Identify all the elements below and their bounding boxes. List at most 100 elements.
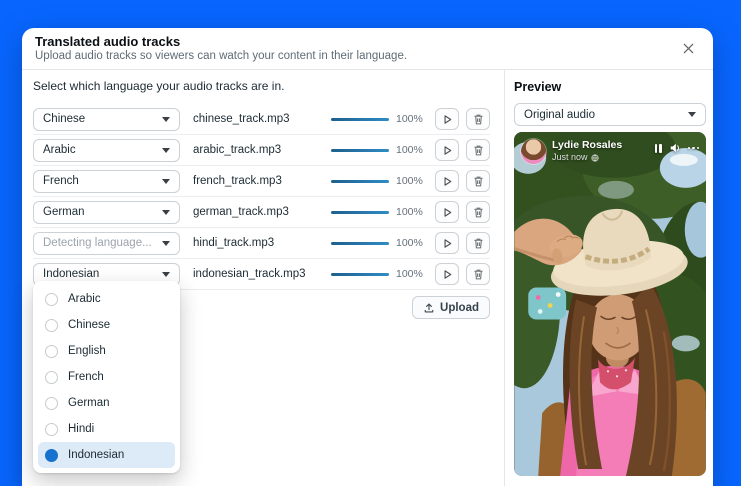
radio-selected-icon [45,449,58,462]
video-meta: Just now [552,152,655,163]
volume-icon[interactable] [669,142,681,154]
upload-progress-bar [331,149,389,152]
trash-icon [472,144,485,157]
translated-audio-tracks-modal: Translated audio tracks Upload audio tra… [22,28,713,486]
delete-button[interactable] [466,263,490,285]
chevron-down-icon [162,241,170,246]
video-overlay-header: Lydie Rosales Just now [521,139,699,164]
menu-item-french[interactable]: French [38,364,175,390]
menu-item-hindi[interactable]: Hindi [38,416,175,442]
chevron-down-icon [162,210,170,215]
delete-button[interactable] [466,201,490,223]
upload-icon [423,302,435,314]
preview-title: Preview [514,80,705,94]
language-select[interactable]: German [33,201,180,224]
preview-audio-select[interactable]: Original audio [514,103,706,126]
upload-progress-label: 100% [396,268,428,280]
play-button[interactable] [435,170,459,192]
video-still-image [514,132,706,476]
play-button[interactable] [435,232,459,254]
delete-button[interactable] [466,232,490,254]
track-row-french: French french_track.mp3 100% [33,166,490,197]
upload-progress-bar [331,180,389,183]
language-select[interactable]: Chinese [33,108,180,131]
language-select-value: Chinese [43,113,85,125]
chevron-down-icon [162,272,170,277]
trash-icon [472,113,485,126]
language-select-value: French [43,175,79,187]
close-button[interactable] [677,37,699,59]
trash-icon [472,268,485,281]
menu-item-indonesian[interactable]: Indonesian [38,442,175,468]
play-icon [441,268,454,281]
play-button[interactable] [435,263,459,285]
close-icon [682,42,695,55]
radio-icon [45,423,58,436]
menu-item-chinese[interactable]: Chinese [38,312,175,338]
play-icon [441,237,454,250]
upload-progress-label: 100% [396,144,428,156]
language-select-value: Detecting language... [43,237,152,249]
language-select[interactable]: Arabic [33,139,180,162]
preview-audio-select-value: Original audio [524,109,595,121]
menu-item-label: French [68,371,104,383]
track-filename: french_track.mp3 [193,175,331,187]
chevron-down-icon [162,179,170,184]
upload-progress-bar [331,242,389,245]
track-filename: chinese_track.mp3 [193,113,331,125]
delete-button[interactable] [466,108,490,130]
modal-subtitle: Upload audio tracks so viewers can watch… [35,49,697,63]
delete-button[interactable] [466,170,490,192]
play-icon [441,206,454,219]
upload-progress-bar [331,118,389,121]
menu-item-label: Chinese [68,319,110,331]
track-filename: german_track.mp3 [193,206,331,218]
radio-icon [45,319,58,332]
chevron-down-icon [162,148,170,153]
language-select-value: Indonesian [43,268,99,280]
upload-button-label: Upload [440,302,479,314]
radio-icon [45,293,58,306]
menu-item-label: Arabic [68,293,101,305]
video-preview[interactable]: Lydie Rosales Just now [514,132,706,476]
globe-icon [591,154,599,162]
track-row-chinese: Chinese chinese_track.mp3 100% [33,104,490,135]
menu-item-label: English [68,345,106,357]
play-icon [441,113,454,126]
avatar[interactable] [521,139,546,164]
radio-icon [45,371,58,384]
delete-button[interactable] [466,139,490,161]
chevron-down-icon [162,117,170,122]
trash-icon [472,237,485,250]
radio-icon [45,397,58,410]
pause-icon[interactable] [655,144,662,153]
language-select-value: German [43,206,85,218]
upload-progress-label: 100% [396,237,428,249]
menu-item-english[interactable]: English [38,338,175,364]
upload-button[interactable]: Upload [412,296,490,319]
language-select[interactable]: Detecting language... [33,232,180,255]
video-author-name[interactable]: Lydie Rosales [552,139,655,152]
track-filename: hindi_track.mp3 [193,237,331,249]
more-options-icon[interactable] [688,147,700,150]
play-button[interactable] [435,108,459,130]
menu-item-arabic[interactable]: Arabic [38,286,175,312]
section-label: Select which language your audio tracks … [33,79,490,93]
upload-progress-label: 100% [396,206,428,218]
menu-item-label: German [68,397,110,409]
menu-item-label: Indonesian [68,449,124,461]
preview-panel: Preview Original audio [504,70,713,486]
video-controls [655,139,700,154]
track-row-hindi: Detecting language... hindi_track.mp3 10… [33,228,490,259]
upload-progress-bar [331,211,389,214]
track-row-arabic: Arabic arabic_track.mp3 100% [33,135,490,166]
language-select-value: Arabic [43,144,76,156]
track-filename: indonesian_track.mp3 [193,268,331,280]
play-button[interactable] [435,139,459,161]
play-button[interactable] [435,201,459,223]
language-select[interactable]: French [33,170,180,193]
menu-item-german[interactable]: German [38,390,175,416]
modal-header: Translated audio tracks Upload audio tra… [22,28,713,70]
video-timestamp: Just now [552,152,588,163]
menu-item-label: Hindi [68,423,94,435]
